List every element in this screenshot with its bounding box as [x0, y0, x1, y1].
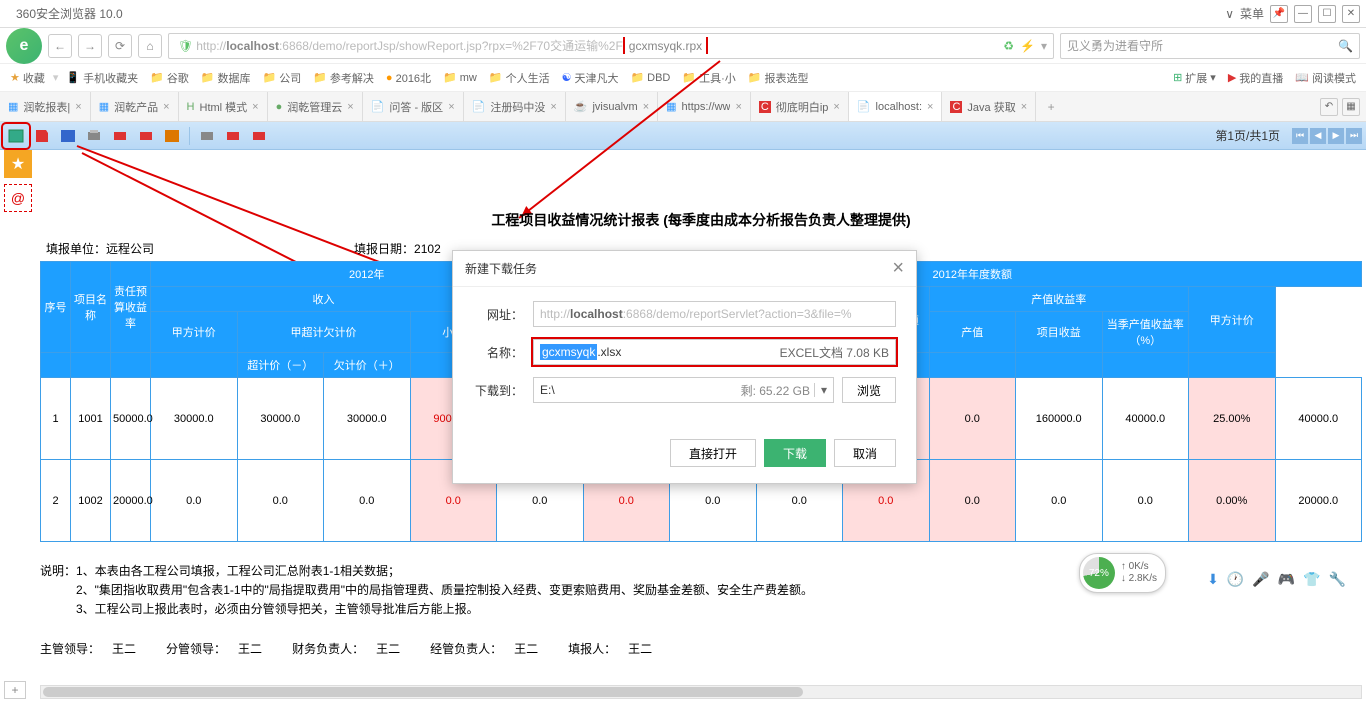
bookmark-item[interactable]: 📁报表选型 — [744, 70, 813, 86]
ext-button[interactable]: ⊞扩展 ▾ — [1169, 70, 1220, 86]
float-icons[interactable]: ⬇ 🕐 🎤 🎮 👕 🔧 — [1207, 571, 1346, 588]
bookmark-item[interactable]: 📁工具·小 — [678, 70, 739, 86]
prev-page-button[interactable]: ◀ — [1310, 128, 1326, 144]
tab[interactable]: C彻底明白ip× — [751, 92, 849, 121]
chevron-down-icon[interactable]: ▾ — [814, 383, 827, 397]
export-word-button[interactable] — [56, 125, 80, 147]
back-button[interactable]: ← — [48, 34, 72, 58]
close-button[interactable]: ✕ — [1342, 5, 1360, 23]
tab-active[interactable]: 📄localhost:× — [849, 92, 943, 121]
open-direct-button[interactable]: 直接打开 — [670, 439, 756, 467]
url-param-highlight: gcxmsyqk.rpx — [623, 37, 708, 54]
horizontal-scrollbar[interactable] — [40, 685, 1362, 699]
export-pdf-button[interactable] — [30, 125, 54, 147]
url-field[interactable]: http://localhost:6868/demo/reportServlet… — [533, 301, 896, 327]
first-page-button[interactable]: ⏮ — [1292, 128, 1308, 144]
dialog-close-button[interactable]: × — [892, 257, 904, 280]
download-icon: ⬇ — [1207, 571, 1219, 588]
read-mode-button[interactable]: 📖阅读模式 — [1291, 70, 1360, 86]
report-toolbar: 第1页/共1页 ⏮ ◀ ▶ ⏭ — [0, 122, 1366, 150]
tab[interactable]: ▦润乾产品× — [91, 92, 179, 121]
pin-icon[interactable]: 📌 — [1270, 5, 1288, 23]
bookmark-item[interactable]: ●2016北 — [382, 70, 435, 86]
wrench-icon: 🔧 — [1329, 571, 1346, 588]
titlebar: 360安全浏览器 10.0 ∨ 菜单 📌 — ☐ ✕ — [0, 0, 1366, 28]
shirt-icon: 👕 — [1303, 571, 1320, 588]
print-pdf-button[interactable] — [108, 125, 132, 147]
url-input[interactable]: 🛡 http://localhost:6868/demo/reportJsp/s… — [168, 33, 1054, 59]
forward-button[interactable]: → — [78, 34, 102, 58]
tab-list-button[interactable]: ▦ — [1342, 98, 1360, 116]
bookmark-item[interactable]: 📁数据库 — [197, 70, 255, 86]
close-icon[interactable]: × — [75, 101, 81, 113]
print-pdf3-button[interactable] — [221, 125, 245, 147]
search-input[interactable]: 见义勇为进看守所 🔍 — [1060, 33, 1360, 59]
bookmark-item[interactable]: 📁mw — [439, 71, 481, 84]
bookmark-item[interactable]: 📁个人生活 — [485, 70, 554, 86]
report-title: 工程项目收益情况统计报表 (每季度由成本分析报告负责人整理提供) — [40, 210, 1362, 230]
dialog-title: 新建下载任务 — [465, 260, 892, 277]
path-select[interactable]: E:\ 剩: 65.22 GB ▾ — [533, 377, 834, 403]
at-side-button[interactable]: @ — [4, 184, 32, 212]
print-pdf2-button[interactable] — [134, 125, 158, 147]
clock-icon: 🕐 — [1227, 571, 1244, 588]
cancel-button[interactable]: 取消 — [834, 439, 896, 467]
last-page-button[interactable]: ⏭ — [1346, 128, 1362, 144]
tab[interactable]: ●润乾管理云× — [268, 92, 363, 121]
bookmark-fav[interactable]: ★收藏 — [6, 70, 49, 86]
search-icon[interactable]: 🔍 — [1338, 39, 1353, 53]
menu-label[interactable]: 菜单 — [1240, 5, 1264, 22]
tab[interactable]: 📄注册码中没× — [464, 92, 566, 121]
tab[interactable]: CJava 获取× — [942, 92, 1036, 121]
download-dialog: 新建下载任务 × 网址： http://localhost:6868/demo/… — [452, 250, 917, 484]
browser-logo: e — [6, 28, 42, 64]
dropdown-icon[interactable]: ▾ — [1041, 39, 1047, 53]
flash-icon: ⚡ — [1020, 39, 1035, 53]
bookmark-item[interactable]: 📁谷歌 — [146, 70, 193, 86]
reload-button[interactable]: ⟳ — [108, 34, 132, 58]
bookmark-item[interactable]: ☯天津凡大 — [558, 70, 623, 86]
report-footer: 主管领导： 王二 分管领导： 王二 财务负责人： 王二 经管负责人： 王二 填报… — [40, 640, 1362, 657]
speed-widget[interactable]: 72% ↑ 0K/s ↓ 2.8K/s — [1079, 553, 1166, 593]
tab[interactable]: 📄问答 - 版区× — [363, 92, 464, 121]
new-tab-button[interactable]: + — [1036, 92, 1066, 121]
add-button[interactable]: + — [4, 681, 26, 699]
recycle-icon: ♻ — [1003, 39, 1014, 53]
tab[interactable]: ▦润乾报表|× — [0, 92, 91, 121]
page-indicator: 第1页/共1页 — [1205, 127, 1290, 144]
bookmark-item[interactable]: 📁公司 — [259, 70, 306, 86]
filename-field[interactable]: gcxmsyqk.xlsx EXCEL文档 7.08 KB — [533, 339, 896, 365]
bookmark-item[interactable]: 📁DBD — [626, 71, 674, 84]
live-button[interactable]: ▶我的直播 — [1224, 70, 1287, 86]
bookmark-item[interactable]: 📱手机收藏夹 — [62, 70, 142, 86]
print2-button[interactable] — [195, 125, 219, 147]
mic-icon: 🎤 — [1252, 571, 1269, 588]
download-button[interactable]: 下载 — [764, 439, 826, 467]
minimize-button[interactable]: — — [1294, 5, 1312, 23]
browse-button[interactable]: 浏览 — [842, 377, 896, 403]
shield-icon: 🛡 — [178, 39, 193, 53]
home-button[interactable]: ⌂ — [138, 34, 162, 58]
tab[interactable]: HHtml 模式× — [179, 92, 268, 121]
export-excel-button[interactable] — [4, 125, 28, 147]
next-page-button[interactable]: ▶ — [1328, 128, 1344, 144]
print-pdf4-button[interactable] — [247, 125, 271, 147]
percent-circle: 72% — [1083, 557, 1115, 589]
print-button[interactable] — [82, 125, 106, 147]
tab-undo-button[interactable]: ↶ — [1320, 98, 1338, 116]
game-icon: 🎮 — [1278, 571, 1295, 588]
tab-strip: ▦润乾报表|× ▦润乾产品× HHtml 模式× ●润乾管理云× 📄问答 - 版… — [0, 92, 1366, 122]
favorite-side-button[interactable]: ★ — [4, 150, 32, 178]
maximize-button[interactable]: ☐ — [1318, 5, 1336, 23]
export-ppt-button[interactable] — [160, 125, 184, 147]
tab[interactable]: ☕jvisualvm× — [566, 92, 658, 121]
address-bar: e ← → ⟳ ⌂ 🛡 http://localhost:6868/demo/r… — [0, 28, 1366, 64]
bookmark-item[interactable]: 📁参考解决 — [309, 70, 378, 86]
browser-title: 360安全浏览器 10.0 — [16, 5, 1225, 22]
